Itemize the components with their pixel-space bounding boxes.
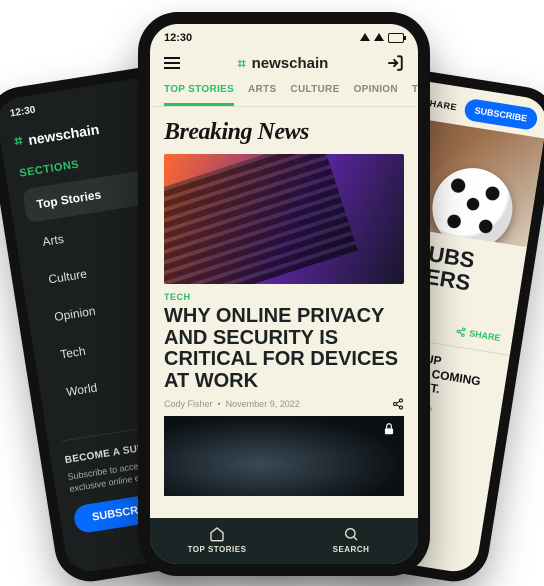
lock-icon [382,422,396,436]
card-date: November 9, 2022 [226,399,300,409]
battery-icon [388,33,404,43]
card-author: Cody Fisher [164,399,213,409]
signal-icon [360,33,370,41]
card-meta: Cody Fisher • November 9, 2022 [164,398,404,410]
search-icon [342,526,360,542]
subscribe-pill[interactable]: SUBSCRIBE [463,98,539,131]
share-label-green: SHARE [468,328,501,343]
nav-search[interactable]: SEARCH [284,526,418,554]
menu-button[interactable] [164,57,180,69]
brand-name: newschain [252,55,329,72]
app-bar: ⌗ newschain [150,46,418,80]
nav-label: SEARCH [333,545,370,554]
nav-label: TOP STORIES [188,545,247,554]
card-image-secondary [164,416,404,496]
home-icon [208,526,226,542]
wifi-icon [374,33,384,41]
hash-icon: ⌗ [238,55,246,72]
login-button[interactable] [386,54,404,72]
share-icon [456,326,467,337]
nav-top-stories[interactable]: TOP STORIES [150,526,284,554]
brand-logo: ⌗ newschain [238,55,329,72]
status-time: 12:30 [164,32,192,44]
hash-icon: ⌗ [13,132,23,150]
screen-home: 12:30 ⌗ newschain [150,24,418,564]
card-title: WHY ONLINE PRIVACY AND SECURITY IS CRITI… [164,306,404,392]
card-category: TECH [164,292,404,302]
tab-arts[interactable]: ARTS [248,84,276,106]
category-tabs: TOP STORIES ARTS CULTURE OPINION TECH WO… [150,80,418,107]
status-bar: 12:30 [150,24,418,46]
page-heading: Breaking News [150,107,418,154]
tab-top-stories[interactable]: TOP STORIES [164,84,234,106]
bottom-nav: TOP STORIES SEARCH [150,518,418,564]
card-image-laptop [164,154,404,284]
share-icon[interactable] [392,398,404,410]
phone-center: 12:30 ⌗ newschain [138,12,430,576]
tab-opinion[interactable]: OPINION [354,84,398,106]
share-button-inline[interactable]: SHARE [456,326,502,343]
tab-culture[interactable]: CULTURE [290,84,339,106]
article-card[interactable]: TECH WHY ONLINE PRIVACY AND SECURITY IS … [164,154,404,496]
tab-tech[interactable]: TECH [412,84,418,106]
brand-name: newschain [27,120,100,147]
